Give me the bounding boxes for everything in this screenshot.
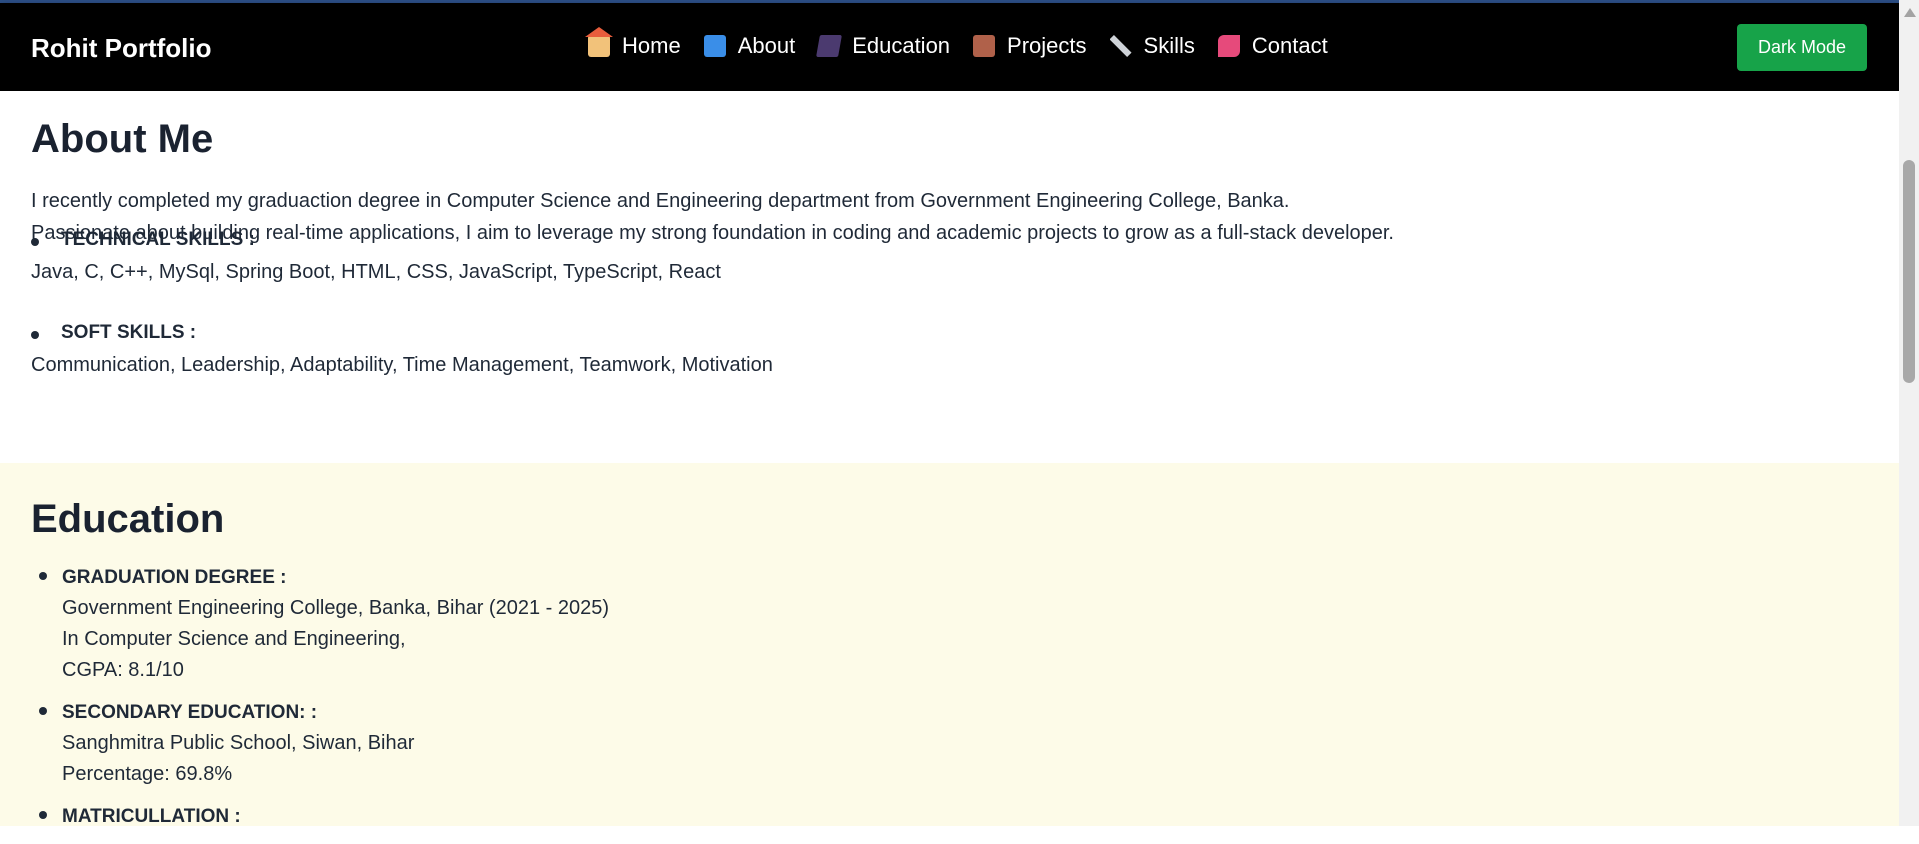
nav-link-about[interactable]: About (703, 33, 796, 59)
nav-links: Home About Education Projects Skills Con… (585, 27, 1351, 59)
technical-skills: TECHNICAL SKILLS : Java, C, C++, MySql, … (31, 229, 721, 284)
education-item-title: MATRICULLATION : (62, 806, 241, 827)
tools-icon (1109, 35, 1132, 57)
technical-skills-list: Java, C, C++, MySql, Spring Boot, HTML, … (31, 261, 721, 283)
education-item-line: CGPA: 8.1/10 (62, 659, 184, 681)
education-section: Education GRADUATION DEGREE : Government… (0, 463, 1899, 827)
bullet-icon (39, 707, 47, 715)
education-item-line: Percentage: 69.8% (62, 763, 233, 785)
education-item: SECONDARY EDUCATION: : Sanghmitra Public… (31, 698, 609, 790)
about-section: About Me I recently completed my graduac… (0, 91, 1899, 463)
nav-link-home[interactable]: Home (585, 27, 681, 59)
bullet-icon (39, 572, 47, 580)
skills-heading-text: TECHNICAL SKILLS : (61, 229, 255, 250)
bullet-icon (31, 331, 39, 339)
education-item-line: Government Engineering College, Banka, B… (62, 597, 609, 619)
navbar: Rohit Portfolio Home About Education Pro… (0, 3, 1899, 91)
bullet-icon (31, 238, 39, 246)
dark-mode-button[interactable]: Dark Mode (1737, 24, 1867, 71)
nav-link-contact[interactable]: Contact (1217, 33, 1328, 59)
technical-skills-heading: TECHNICAL SKILLS : (31, 229, 721, 251)
about-intro-line: I recently completed my graduaction degr… (31, 190, 1290, 212)
nav-link-projects[interactable]: Projects (973, 33, 1087, 59)
soft-skills: SOFT SKILLS : Communication, Leadership,… (31, 322, 773, 377)
brand-title[interactable]: Rohit Portfolio (31, 33, 212, 64)
education-item: MATRICULLATION : (31, 802, 609, 832)
nav-link-label: Education (852, 33, 951, 58)
graduation-cap-icon (816, 35, 843, 57)
house-icon (585, 27, 613, 57)
scrollbar-thumb[interactable] (1903, 160, 1915, 383)
education-item-line: In Computer Science and Engineering, (62, 628, 406, 650)
bullet-icon (39, 811, 47, 819)
nav-link-skills[interactable]: Skills (1109, 33, 1195, 59)
education-list: GRADUATION DEGREE : Government Engineeri… (31, 563, 609, 844)
nav-link-label: Skills (1143, 33, 1195, 58)
nav-link-label: Projects (1007, 33, 1087, 58)
briefcase-icon (973, 35, 996, 57)
education-item-line: Sanghmitra Public School, Siwan, Bihar (62, 732, 415, 754)
nav-link-label: About (737, 33, 796, 58)
soft-skills-heading: SOFT SKILLS : (31, 322, 773, 344)
nav-link-label: Home (622, 33, 681, 58)
education-item-title: GRADUATION DEGREE : (62, 567, 287, 588)
scroll-up-arrow-icon[interactable] (1904, 8, 1916, 17)
about-title: About Me (31, 117, 214, 161)
phone-icon (1217, 35, 1240, 57)
education-title: Education (31, 497, 225, 541)
skills-heading-text: SOFT SKILLS : (61, 322, 197, 343)
nav-link-education[interactable]: Education (816, 33, 951, 59)
soft-skills-list: Communication, Leadership, Adaptability,… (31, 354, 773, 376)
education-item-title: SECONDARY EDUCATION: : (62, 702, 318, 723)
nav-link-label: Contact (1251, 33, 1328, 58)
book-icon (703, 35, 726, 57)
page-scrollbar[interactable] (1899, 0, 1919, 826)
education-item: GRADUATION DEGREE : Government Engineeri… (31, 563, 609, 686)
